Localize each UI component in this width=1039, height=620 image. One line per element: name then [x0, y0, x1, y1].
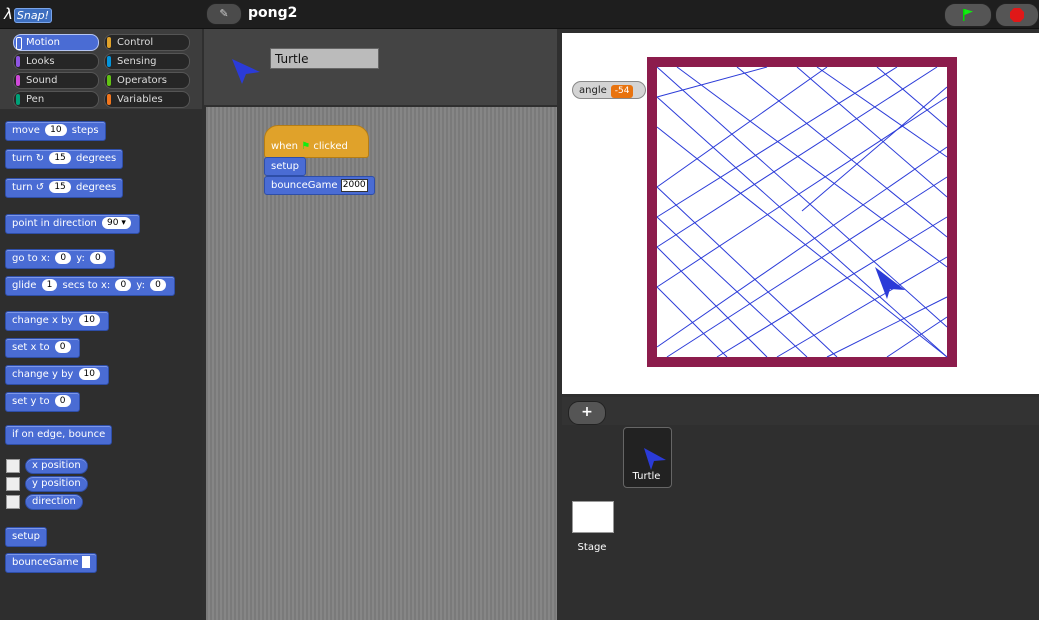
motion-color-dot: [16, 37, 22, 50]
block-change-y[interactable]: change y by 10: [5, 365, 109, 385]
category-variables[interactable]: Variables: [104, 91, 190, 108]
stop-sign-icon: [1010, 8, 1024, 22]
scripts-area[interactable]: [206, 107, 557, 620]
corral-stage-icon[interactable]: [572, 501, 614, 533]
project-title: pong2: [248, 5, 298, 21]
block-move[interactable]: move 10 steps: [5, 121, 106, 141]
reporter-direction[interactable]: direction: [25, 494, 83, 510]
add-sprite-button[interactable]: +: [568, 401, 606, 425]
corral-sprite-label: Turtle: [632, 471, 661, 482]
checkbox-direction[interactable]: [6, 495, 20, 509]
stop-button[interactable]: [995, 3, 1039, 27]
pong-arena: [647, 57, 957, 367]
dropdown-arrow-icon: ▾: [121, 218, 126, 228]
green-flag-icon: [963, 9, 973, 21]
edit-button[interactable]: ✎: [206, 3, 242, 25]
block-point-in-direction[interactable]: point in direction 90 ▾: [5, 214, 140, 234]
snap-logo[interactable]: λ Snap!: [4, 3, 52, 25]
corral-stage-label: Stage: [577, 542, 607, 553]
block-set-x[interactable]: set x to 0: [5, 338, 80, 358]
category-operators[interactable]: Operators: [104, 72, 190, 89]
block-glide[interactable]: glide 1 secs to x: 0 y: 0: [5, 276, 175, 296]
block-bounce-game[interactable]: bounceGame: [5, 553, 97, 573]
control-color-dot: [107, 37, 111, 48]
category-pen[interactable]: Pen: [13, 91, 99, 108]
green-flag-button[interactable]: [944, 3, 992, 27]
corral-toolbar: [562, 397, 1039, 425]
top-bar: [0, 0, 1039, 29]
sound-color-dot: [16, 75, 20, 86]
reporter-y-position[interactable]: y position: [25, 476, 88, 492]
reporter-x-position[interactable]: x position: [25, 458, 88, 474]
script-bounce-game-block[interactable]: bounceGame 2000: [264, 176, 375, 195]
pen-color-dot: [16, 94, 20, 105]
angle-watcher[interactable]: angle -54: [572, 81, 646, 99]
category-sensing[interactable]: Sensing: [104, 53, 190, 70]
sprite-name-field[interactable]: Turtle: [270, 48, 379, 69]
block-change-x[interactable]: change x by 10: [5, 311, 109, 331]
rotate-cw-icon: ↻: [35, 153, 45, 164]
variables-color-dot: [107, 94, 111, 105]
block-turn-clockwise[interactable]: turn ↻ 15 degrees: [5, 149, 124, 169]
block-setup[interactable]: setup: [5, 527, 47, 547]
category-motion[interactable]: Motion: [13, 34, 99, 51]
category-control[interactable]: Control: [104, 34, 190, 51]
checkbox-y-position[interactable]: [6, 477, 20, 491]
looks-color-dot: [16, 56, 20, 67]
block-go-to-xy[interactable]: go to x: 0 y: 0: [5, 249, 115, 269]
sprite-thumbnail-icon: [232, 59, 260, 84]
block-if-on-edge-bounce[interactable]: if on edge, bounce: [5, 425, 113, 445]
operators-color-dot: [107, 75, 111, 86]
logo-text: Snap!: [13, 8, 52, 23]
when-flag-clicked-hat[interactable]: when ⚑ clicked: [264, 125, 369, 158]
pencil-icon: ✎: [219, 7, 229, 20]
turtle-thumbnail-icon: [644, 448, 666, 470]
block-turn-counterclockwise[interactable]: turn ↺ 15 degrees: [5, 178, 124, 198]
script-setup-block[interactable]: setup: [264, 157, 306, 176]
sensing-color-dot: [107, 56, 111, 67]
green-flag-icon: ⚑: [301, 141, 311, 152]
category-sound[interactable]: Sound: [13, 72, 99, 89]
rotate-ccw-icon: ↺: [35, 182, 45, 193]
block-set-y[interactable]: set y to 0: [5, 392, 80, 412]
category-looks[interactable]: Looks: [13, 53, 99, 70]
checkbox-x-position[interactable]: [6, 459, 20, 473]
